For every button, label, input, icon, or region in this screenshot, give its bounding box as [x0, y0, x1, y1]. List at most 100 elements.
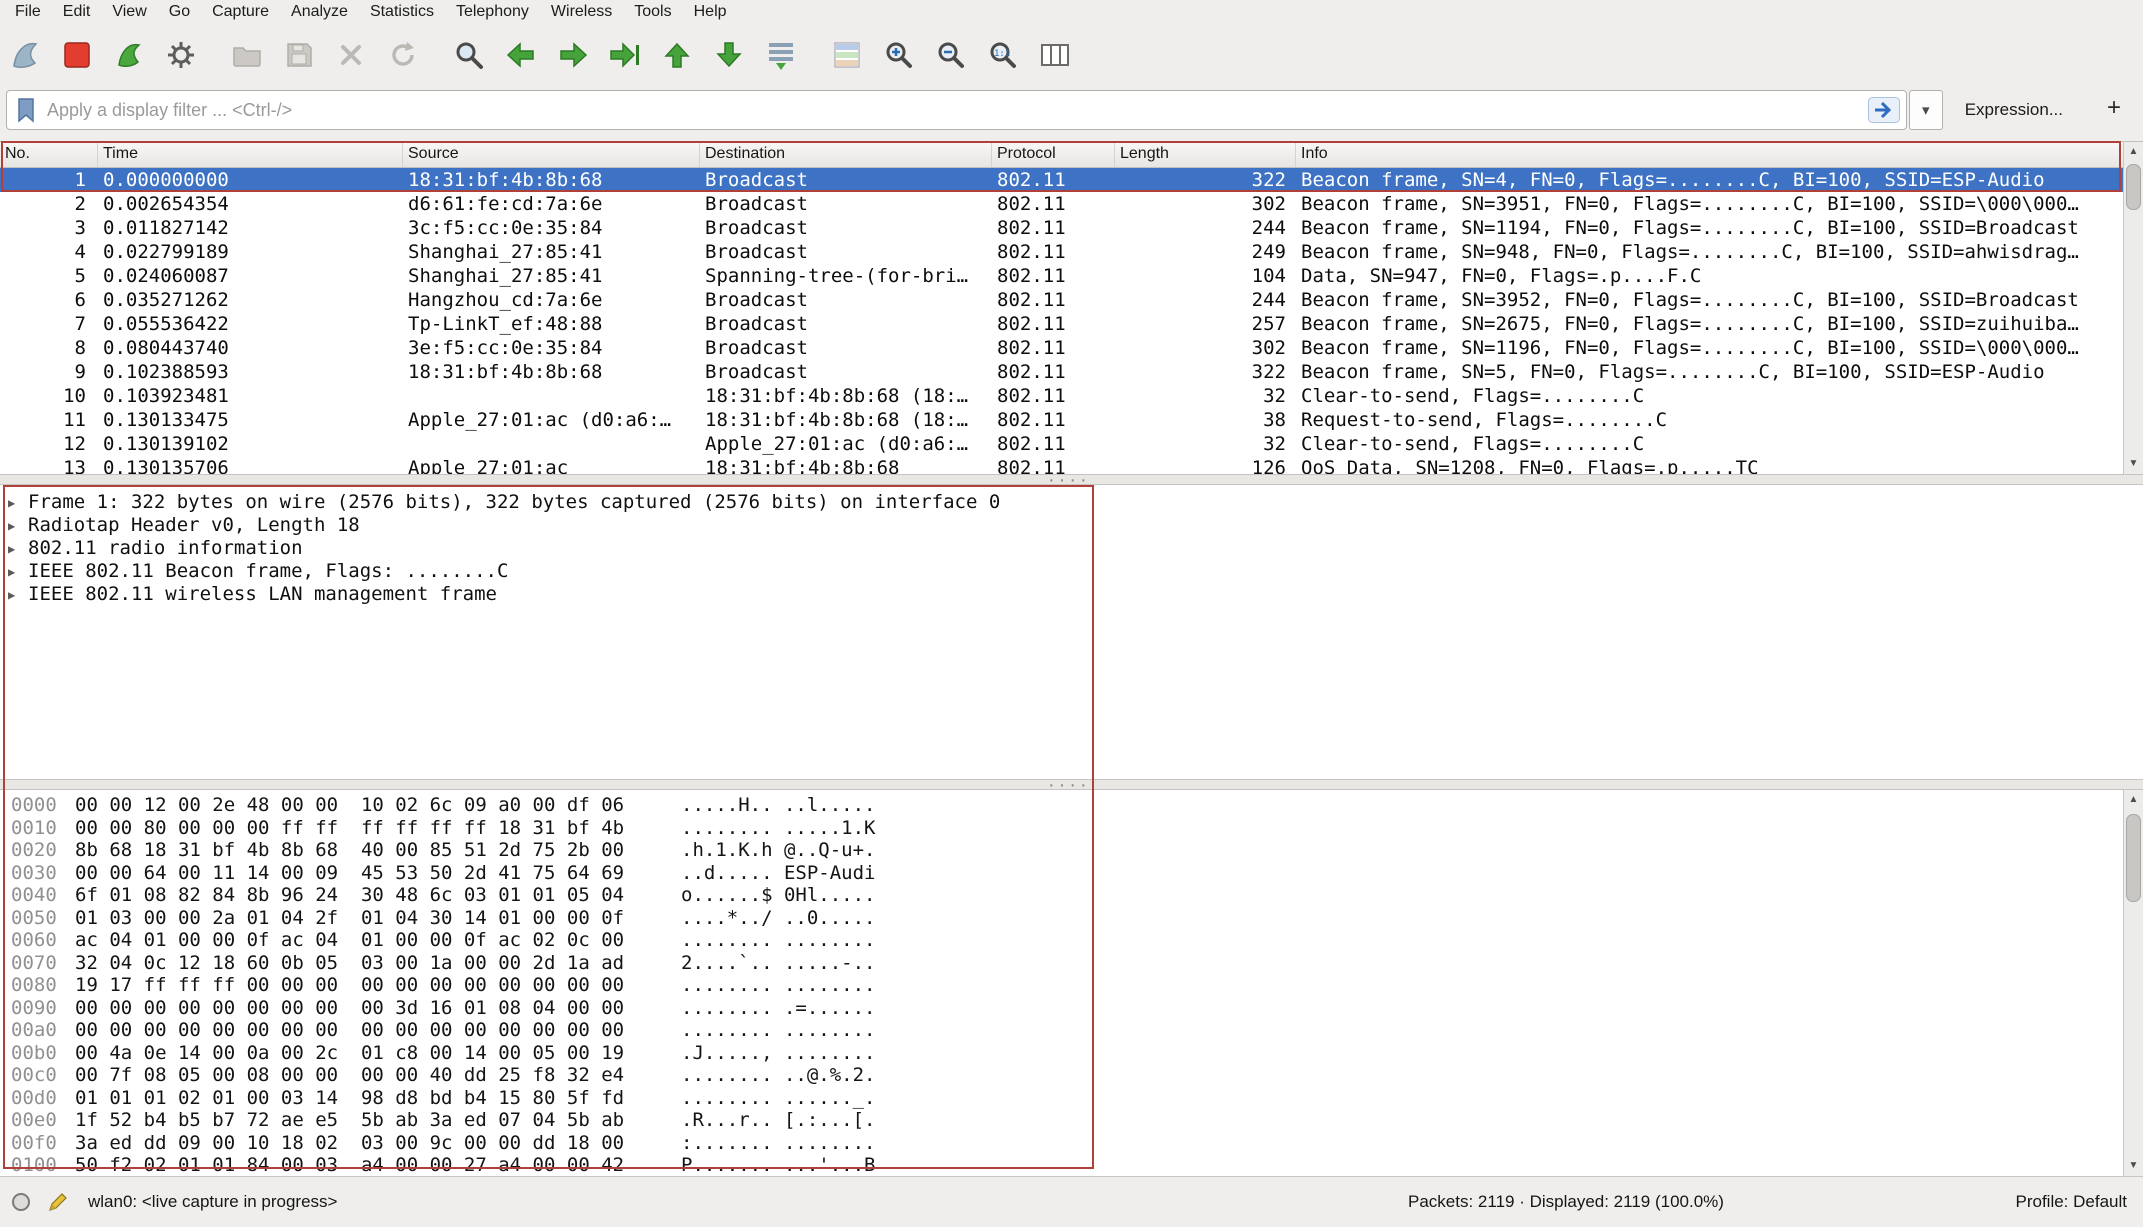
detail-line[interactable]: ▶IEEE 802.11 Beacon frame, Flags: ......…	[0, 560, 2143, 583]
go-last-button[interactable]	[706, 31, 752, 79]
cell-time: 0.002654354	[98, 192, 403, 216]
folder-icon	[230, 38, 264, 72]
hex-row[interactable]: 003000 00 64 00 11 14 00 09 45 53 50 2d …	[0, 862, 2143, 885]
menu-statistics[interactable]: Statistics	[359, 1, 445, 23]
go-back-button[interactable]	[498, 31, 544, 79]
column-header-length[interactable]: Length	[1115, 142, 1296, 167]
packet-row[interactable]: 10 0.103923481 18:31:bf:4b:8b:68 (18:… 8…	[0, 384, 2143, 408]
hex-row[interactable]: 001000 00 80 00 00 00 ff ff ff ff ff ff …	[0, 817, 2143, 840]
restart-capture-button[interactable]	[106, 31, 152, 79]
menu-tools[interactable]: Tools	[623, 1, 682, 23]
column-header-info[interactable]: Info	[1296, 142, 2143, 167]
display-filter-input[interactable]: Apply a display filter ... <Ctrl-/>	[6, 90, 1907, 130]
scrollbar-thumb[interactable]	[2126, 814, 2141, 902]
packet-row[interactable]: 9 0.102388593 18:31:bf:4b:8b:68 Broadcas…	[0, 360, 2143, 384]
packet-row[interactable]: 3 0.011827142 3c:f5:cc:0e:35:84 Broadcas…	[0, 216, 2143, 240]
hex-row[interactable]: 00d001 01 01 02 01 00 03 14 98 d8 bd b4 …	[0, 1087, 2143, 1110]
capture-options-button[interactable]	[158, 31, 204, 79]
expression-button[interactable]: Expression...	[1957, 94, 2071, 126]
menu-file[interactable]: File	[4, 1, 52, 23]
expander-icon[interactable]: ▶	[8, 561, 15, 584]
reload-file-button[interactable]	[380, 31, 426, 79]
menu-analyze[interactable]: Analyze	[280, 1, 359, 23]
pane-splitter[interactable]: ····	[0, 474, 2143, 485]
expander-icon[interactable]: ▶	[8, 584, 15, 607]
cell-destination: 18:31:bf:4b:8b:68 (18:…	[700, 408, 992, 432]
scroll-up-icon[interactable]: ▲	[2124, 142, 2143, 162]
column-header-time[interactable]: Time	[98, 142, 403, 167]
expander-icon[interactable]: ▶	[8, 538, 15, 561]
hex-row[interactable]: 00208b 68 18 31 bf 4b 8b 68 40 00 85 51 …	[0, 839, 2143, 862]
save-file-button[interactable]	[276, 31, 322, 79]
menu-help[interactable]: Help	[683, 1, 738, 23]
find-packet-button[interactable]	[446, 31, 492, 79]
menu-capture[interactable]: Capture	[201, 1, 280, 23]
go-first-button[interactable]	[654, 31, 700, 79]
packet-row[interactable]: 1 0.000000000 18:31:bf:4b:8b:68 Broadcas…	[0, 168, 2143, 192]
add-filter-button[interactable]: +	[2097, 94, 2131, 126]
expander-icon[interactable]: ▶	[8, 492, 15, 515]
filter-apply-icon[interactable]	[1868, 97, 1900, 123]
colorize-button[interactable]	[824, 31, 870, 79]
packet-row[interactable]: 8 0.080443740 3e:f5:cc:0e:35:84 Broadcas…	[0, 336, 2143, 360]
packet-row[interactable]: 2 0.002654354 d6:61:fe:cd:7a:6e Broadcas…	[0, 192, 2143, 216]
detail-line[interactable]: ▶Frame 1: 322 bytes on wire (2576 bits),…	[0, 491, 2143, 514]
scroll-down-icon[interactable]: ▼	[2124, 1156, 2143, 1176]
column-header-destination[interactable]: Destination	[700, 142, 992, 167]
hex-row[interactable]: 008019 17 ff ff ff 00 00 00 00 00 00 00 …	[0, 974, 2143, 997]
hex-row[interactable]: 00406f 01 08 82 84 8b 96 24 30 48 6c 03 …	[0, 884, 2143, 907]
expert-info-icon[interactable]	[12, 1193, 30, 1211]
menu-telephony[interactable]: Telephony	[445, 1, 540, 23]
expander-icon[interactable]: ▶	[8, 515, 15, 538]
hex-row[interactable]: 00e01f 52 b4 b5 b7 72 ae e5 5b ab 3a ed …	[0, 1109, 2143, 1132]
filter-dropdown-button[interactable]: ▾	[1909, 90, 1943, 130]
bytes-scrollbar[interactable]: ▲ ▼	[2123, 790, 2143, 1176]
start-capture-button[interactable]	[2, 31, 48, 79]
packet-row[interactable]: 5 0.024060087 Shanghai_27:85:41 Spanning…	[0, 264, 2143, 288]
hex-row[interactable]: 009000 00 00 00 00 00 00 00 00 3d 16 01 …	[0, 997, 2143, 1020]
scroll-down-icon[interactable]: ▼	[2124, 454, 2143, 474]
hex-row[interactable]: 007032 04 0c 12 18 60 0b 05 03 00 1a 00 …	[0, 952, 2143, 975]
go-to-packet-button[interactable]	[602, 31, 648, 79]
resize-columns-button[interactable]	[1032, 31, 1078, 79]
close-file-button[interactable]	[328, 31, 374, 79]
scrollbar-thumb[interactable]	[2126, 164, 2141, 210]
column-header-no[interactable]: No.	[0, 142, 98, 167]
hex-row[interactable]: 000000 00 12 00 2e 48 00 00 10 02 6c 09 …	[0, 794, 2143, 817]
auto-scroll-button[interactable]	[758, 31, 804, 79]
stop-capture-button[interactable]	[54, 31, 100, 79]
menu-edit[interactable]: Edit	[52, 1, 102, 23]
profile-selector[interactable]: Profile: Default	[2016, 1192, 2128, 1212]
zoom-in-button[interactable]	[876, 31, 922, 79]
hex-row[interactable]: 0060ac 04 01 00 00 0f ac 04 01 00 00 0f …	[0, 929, 2143, 952]
capture-comment-icon[interactable]	[46, 1190, 70, 1214]
hex-row[interactable]: 00f03a ed dd 09 00 10 18 02 03 00 9c 00 …	[0, 1132, 2143, 1155]
packet-row[interactable]: 11 0.130133475 Apple_27:01:ac (d0:a6:… 1…	[0, 408, 2143, 432]
filter-bookmark-icon[interactable]	[15, 96, 37, 124]
hex-row[interactable]: 00b000 4a 0e 14 00 0a 00 2c 01 c8 00 14 …	[0, 1042, 2143, 1065]
pane-splitter[interactable]: ····	[0, 779, 2143, 790]
packet-row[interactable]: 7 0.055536422 Tp-LinkT_ef:48:88 Broadcas…	[0, 312, 2143, 336]
zoom-out-button[interactable]	[928, 31, 974, 79]
open-file-button[interactable]	[224, 31, 270, 79]
scroll-up-icon[interactable]: ▲	[2124, 790, 2143, 810]
detail-line[interactable]: ▶IEEE 802.11 wireless LAN management fra…	[0, 583, 2143, 606]
hex-row[interactable]: 00c000 7f 08 05 00 08 00 00 00 00 40 dd …	[0, 1064, 2143, 1087]
hex-row[interactable]: 005001 03 00 00 2a 01 04 2f 01 04 30 14 …	[0, 907, 2143, 930]
detail-line[interactable]: ▶Radiotap Header v0, Length 18	[0, 514, 2143, 537]
packet-list-scrollbar[interactable]: ▲ ▼	[2123, 142, 2143, 474]
column-header-source[interactable]: Source	[403, 142, 700, 167]
go-forward-button[interactable]	[550, 31, 596, 79]
hex-row[interactable]: 00a000 00 00 00 00 00 00 00 00 00 00 00 …	[0, 1019, 2143, 1042]
detail-line[interactable]: ▶802.11 radio information	[0, 537, 2143, 560]
column-header-protocol[interactable]: Protocol	[992, 142, 1115, 167]
zoom-original-button[interactable]: 1:1	[980, 31, 1026, 79]
packet-row[interactable]: 4 0.022799189 Shanghai_27:85:41 Broadcas…	[0, 240, 2143, 264]
cell-length: 126	[1115, 456, 1296, 474]
packet-row[interactable]: 12 0.130139102 Apple_27:01:ac (d0:a6:… 8…	[0, 432, 2143, 456]
menu-go[interactable]: Go	[158, 1, 201, 23]
packet-row[interactable]: 6 0.035271262 Hangzhou_cd:7a:6e Broadcas…	[0, 288, 2143, 312]
menu-view[interactable]: View	[101, 1, 157, 23]
hex-row[interactable]: 010050 f2 02 01 01 84 00 03 a4 00 00 27 …	[0, 1154, 2143, 1176]
menu-wireless[interactable]: Wireless	[540, 1, 623, 23]
